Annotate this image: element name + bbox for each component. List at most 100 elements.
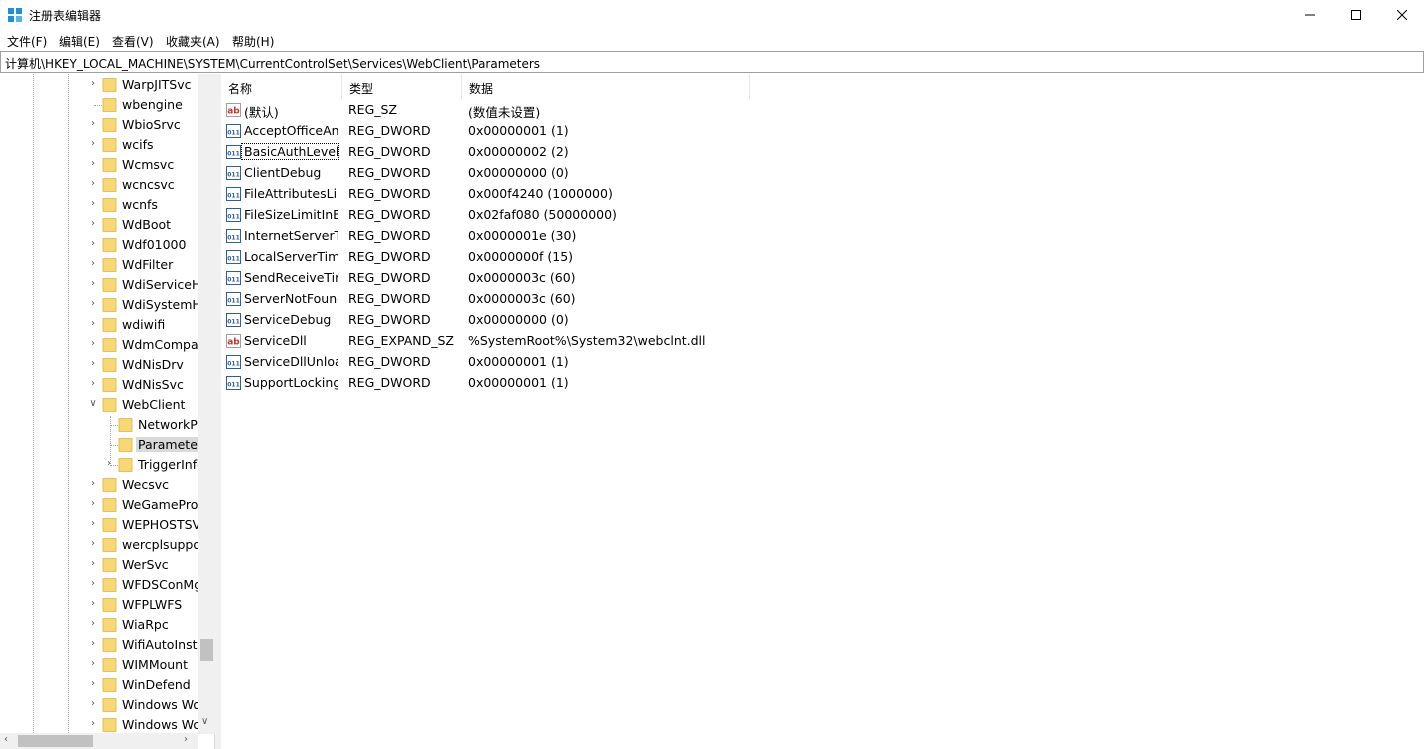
value-row[interactable]: 011 ServerNotFoundCacheLifeTimeInSec REG_D… — [221, 289, 921, 310]
tree-item[interactable]: › WIMMount — [0, 655, 200, 675]
tree-item[interactable]: › WarpJITSvc — [0, 75, 200, 95]
tree-item[interactable]: NetworkProvider — [0, 415, 214, 435]
chevron-right-icon[interactable]: › — [88, 158, 98, 170]
tree-item[interactable]: › WeGameProtect — [0, 495, 214, 515]
chevron-right-icon[interactable]: › — [88, 198, 98, 210]
chevron-down-icon[interactable]: ∨ — [88, 398, 98, 410]
chevron-right-icon[interactable]: › — [88, 278, 98, 290]
tree-item[interactable]: › wercplsupport — [0, 535, 211, 555]
tree-item[interactable]: ›WifiAutoInstallSrv — [0, 635, 214, 655]
chevron-right-icon[interactable]: › — [88, 678, 98, 690]
maximize-button[interactable] — [1333, 0, 1379, 30]
value-row[interactable]: ab (默认) REG_SZ (数值未设置) — [221, 100, 921, 121]
chevron-right-icon[interactable]: › — [88, 238, 98, 250]
value-row[interactable]: 011 SendReceiveTimeoutInSec REG_DWORD 0x000… — [221, 268, 921, 289]
key-tree[interactable]: › WarpJITSvc wbengine › WbioSrvc › wcifs › Wcmsv… — [0, 74, 215, 749]
menu-view[interactable]: 查看(V) — [112, 33, 154, 50]
tree-item[interactable]: ∨ WebClient — [0, 395, 200, 415]
chevron-right-icon[interactable]: › — [88, 298, 98, 310]
close-button[interactable] — [1379, 0, 1424, 30]
value-row[interactable]: 011 ServiceDebug REG_DWORD 0x00000000 (0) — [221, 310, 921, 331]
chevron-right-icon[interactable]: › — [88, 318, 98, 330]
chevron-right-icon[interactable]: › — [88, 358, 98, 370]
chevron-right-icon[interactable]: › — [88, 538, 98, 550]
tree-vertical-scrollbar[interactable]: ∨ — [198, 74, 215, 734]
menu-favorites[interactable]: 收藏夹(A) — [166, 33, 220, 50]
chevron-down-icon[interactable]: ∨ — [201, 716, 208, 727]
tree-item[interactable]: Parameters — [0, 435, 212, 455]
tree-item[interactable]: ›WFDSConMgrSvc — [0, 575, 214, 595]
tree-item[interactable]: › WinDefend — [0, 675, 200, 695]
chevron-right-icon[interactable]: › — [88, 598, 98, 610]
chevron-right-icon[interactable]: › — [88, 558, 98, 570]
tree-item[interactable]: › WEPHOSTSVC — [0, 515, 210, 535]
value-row[interactable]: 011 LocalServerTimeoutInSec REG_DWORD 0x000… — [221, 247, 921, 268]
chevron-right-icon[interactable]: › — [184, 734, 188, 745]
binary-value-icon: 011 — [226, 124, 241, 138]
chevron-right-icon[interactable]: › — [88, 338, 98, 350]
value-row[interactable]: 011 AcceptOfficeAndTahoeServers REG_DWORD 0… — [221, 121, 921, 142]
tree-item[interactable]: › WdiServiceHost — [0, 275, 214, 295]
chevron-right-icon[interactable]: › — [88, 138, 98, 150]
chevron-right-icon[interactable]: › — [88, 698, 98, 710]
value-row[interactable]: 011 SupportLocking REG_DWORD 0x00000001 (1) — [221, 373, 921, 394]
tree-item[interactable]: › Wdf01000 — [0, 235, 200, 255]
tree-vscroll-thumb[interactable] — [200, 639, 213, 661]
menu-file[interactable]: 文件(F) — [7, 33, 47, 50]
chevron-left-icon[interactable]: ‹ — [4, 734, 8, 745]
chevron-right-icon[interactable]: › — [88, 218, 98, 230]
values-list[interactable]: 名称 类型 数据 ab (默认) REG_SZ (数值未设置) 011 AcceptOff… — [221, 74, 1424, 749]
tree-item[interactable]: › Wcmsvc — [0, 155, 200, 175]
tree-item[interactable]: › WdNisDrv — [0, 355, 200, 375]
chevron-right-icon[interactable]: › — [88, 258, 98, 270]
tree-item[interactable]: › WdNisSvc — [0, 375, 200, 395]
tree-item[interactable]: ›Windows Workflow — [0, 695, 214, 715]
tree-horizontal-scrollbar[interactable]: ‹ › — [0, 733, 198, 749]
tree-item[interactable]: › wdiwifi — [0, 315, 200, 335]
tree-item[interactable]: › WbioSrvc — [0, 115, 200, 135]
column-header-type[interactable]: 类型 — [342, 74, 462, 99]
chevron-right-icon[interactable]: › — [104, 458, 114, 470]
minimize-button[interactable] — [1287, 0, 1333, 30]
chevron-right-icon[interactable]: › — [88, 478, 98, 490]
address-bar[interactable]: 计算机\HKEY_LOCAL_MACHINE\SYSTEM\CurrentCon… — [0, 51, 1424, 73]
tree-item[interactable]: ›Windows Workflow — [0, 715, 214, 735]
chevron-right-icon[interactable]: › — [88, 118, 98, 130]
tree-item[interactable]: › Wecsvc — [0, 475, 200, 495]
tree-item[interactable]: › TriggerInfo — [0, 455, 205, 475]
value-row[interactable]: 011 InternetServerTimeoutInSec REG_DWORD 0x… — [221, 226, 921, 247]
chevron-right-icon[interactable]: › — [88, 498, 98, 510]
chevron-right-icon[interactable]: › — [88, 638, 98, 650]
menu-help[interactable]: 帮助(H) — [232, 33, 274, 50]
chevron-right-icon[interactable]: › — [88, 178, 98, 190]
tree-item[interactable]: › WdiSystemHost — [0, 295, 214, 315]
chevron-right-icon[interactable]: › — [88, 578, 98, 590]
value-row[interactable]: 011 ClientDebug REG_DWORD 0x00000000 (0) — [221, 163, 921, 184]
tree-item[interactable]: ›WdmCompanionFilter — [0, 335, 214, 355]
chevron-right-icon[interactable]: › — [88, 658, 98, 670]
tree-item[interactable]: › WerSvc — [0, 555, 200, 575]
chevron-right-icon[interactable]: › — [88, 718, 98, 730]
tree-item[interactable]: wbengine — [0, 95, 200, 115]
tree-item[interactable]: › WdBoot — [0, 215, 200, 235]
tree-item[interactable]: › WFPLWFS — [0, 595, 200, 615]
column-header-data[interactable]: 数据 — [462, 74, 750, 99]
menu-edit[interactable]: 编辑(E) — [59, 33, 100, 50]
value-row[interactable]: ab ServiceDll REG_EXPAND_SZ %SystemRoot%\Sy… — [221, 331, 921, 352]
value-row[interactable]: 011 BasicAuthLevel REG_DWORD 0x00000002 (2) — [221, 142, 921, 163]
value-row[interactable]: 011 FileSizeLimitInBytes REG_DWORD 0x02faf0… — [221, 205, 921, 226]
tree-item[interactable]: › wcifs — [0, 135, 200, 155]
chevron-right-icon[interactable]: › — [88, 618, 98, 630]
value-data: 0x00000001 (1) — [468, 123, 569, 138]
tree-hscroll-thumb[interactable] — [18, 735, 93, 747]
tree-item[interactable]: › WiaRpc — [0, 615, 200, 635]
chevron-right-icon[interactable]: › — [88, 78, 98, 90]
tree-item[interactable]: › WdFilter — [0, 255, 200, 275]
column-header-name[interactable]: 名称 — [221, 74, 342, 99]
value-row[interactable]: 011 FileAttributesLimitInBytes REG_DWORD 0x… — [221, 184, 921, 205]
tree-item[interactable]: › wcnfs — [0, 195, 200, 215]
tree-item[interactable]: › wcncsvc — [0, 175, 200, 195]
value-row[interactable]: 011 ServiceDllUnloadOnStop REG_DWORD 0x0000… — [221, 352, 921, 373]
chevron-right-icon[interactable]: › — [88, 518, 98, 530]
chevron-right-icon[interactable]: › — [88, 378, 98, 390]
